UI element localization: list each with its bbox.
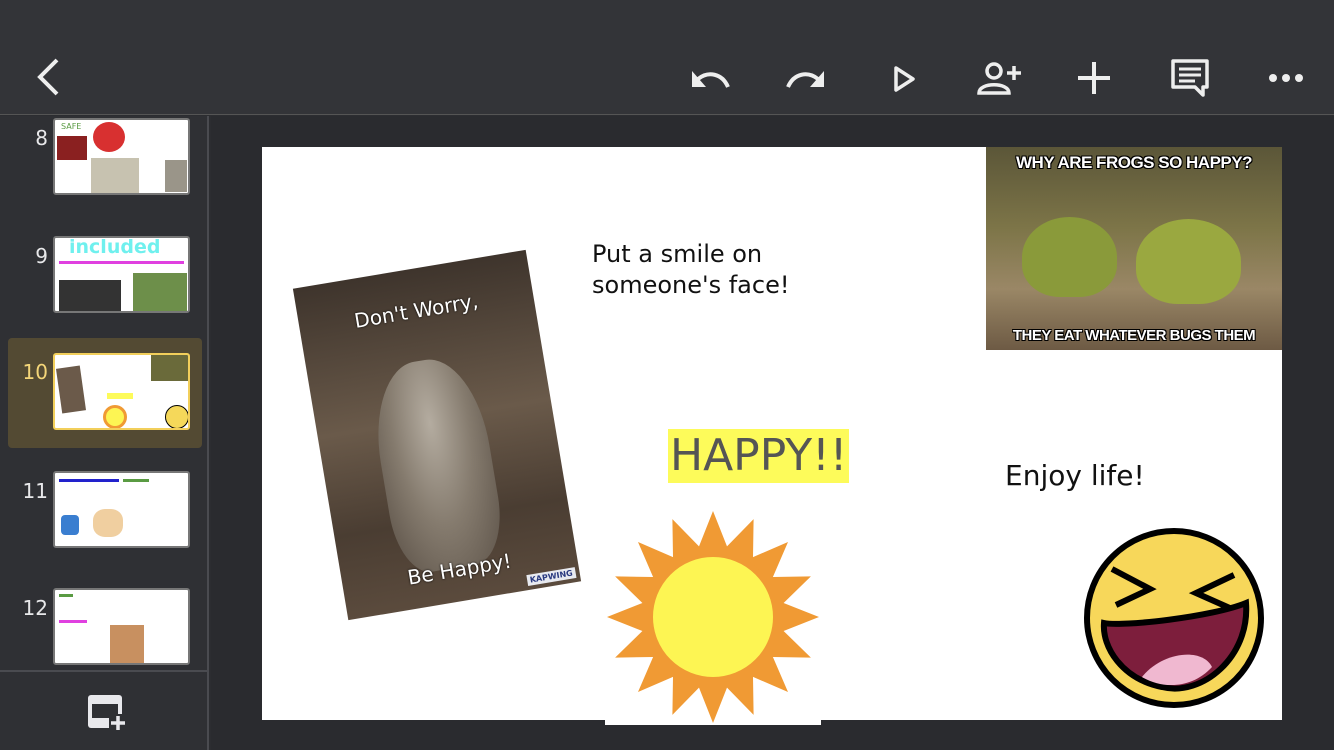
add-slide-icon[interactable]: [82, 690, 130, 734]
slide-thumbnail-11[interactable]: 11: [8, 471, 202, 581]
thumbnail[interactable]: included: [53, 236, 190, 313]
laughing-face-icon: [1084, 528, 1264, 708]
slide-number: 12: [22, 596, 48, 620]
comment-icon[interactable]: [1166, 56, 1214, 100]
toolbar: [0, 0, 1334, 115]
slide-number: 9: [35, 244, 48, 268]
sidebar-footer: [0, 670, 207, 750]
kapwing-watermark: KAPWING: [526, 567, 577, 587]
sun-icon: [607, 511, 819, 723]
sun-image[interactable]: [605, 507, 821, 725]
happy-text[interactable]: HAPPY!!: [668, 429, 850, 483]
frog-bottom-caption: THEY EAT WHATEVER BUGS THEM: [1012, 327, 1256, 344]
frog-top-caption: WHY ARE FROGS SO HAPPY?: [1016, 153, 1252, 172]
frog-image[interactable]: WHY ARE FROGS SO HAPPY? THEY EAT WHATEVE…: [986, 147, 1282, 350]
slide-thumbnail-10[interactable]: 10: [8, 338, 202, 448]
slide-sidebar: 8 SAFE 9 included 10 11 12: [0, 116, 209, 750]
thumb-text: SAFE: [61, 122, 82, 131]
slide-thumbnail-9[interactable]: 9 included: [8, 236, 202, 346]
redo-icon[interactable]: [782, 60, 830, 96]
cat-top-caption: Don't Worry,: [352, 288, 480, 333]
thumbnail[interactable]: [53, 353, 190, 430]
frog-right: [1136, 219, 1241, 304]
enjoy-life-text[interactable]: Enjoy life!: [1005, 459, 1145, 492]
slide-number: 8: [35, 126, 48, 150]
laughing-face-image[interactable]: [1082, 527, 1266, 709]
slide-number: 11: [22, 479, 48, 503]
thumbnail[interactable]: SAFE: [53, 118, 190, 195]
back-icon[interactable]: [28, 55, 68, 99]
slide-10[interactable]: Don't Worry, Be Happy! KAPWING Put a smi…: [262, 147, 1282, 725]
thumbnail[interactable]: [53, 471, 190, 548]
thumbnail[interactable]: [53, 588, 190, 665]
undo-icon[interactable]: [686, 60, 734, 96]
slide-thumbnail-8[interactable]: 8 SAFE: [8, 118, 202, 228]
more-icon[interactable]: [1264, 64, 1308, 92]
smile-text[interactable]: Put a smile on someone's face!: [592, 239, 812, 301]
thumb-text: included: [69, 236, 161, 258]
frog-left: [1022, 217, 1117, 297]
cat-figure: [365, 351, 509, 578]
cat-image[interactable]: Don't Worry, Be Happy! KAPWING: [292, 249, 582, 621]
plus-icon[interactable]: [1074, 58, 1114, 98]
play-icon[interactable]: [886, 62, 922, 96]
add-person-icon[interactable]: [972, 58, 1024, 98]
slide-number: 10: [22, 360, 48, 384]
